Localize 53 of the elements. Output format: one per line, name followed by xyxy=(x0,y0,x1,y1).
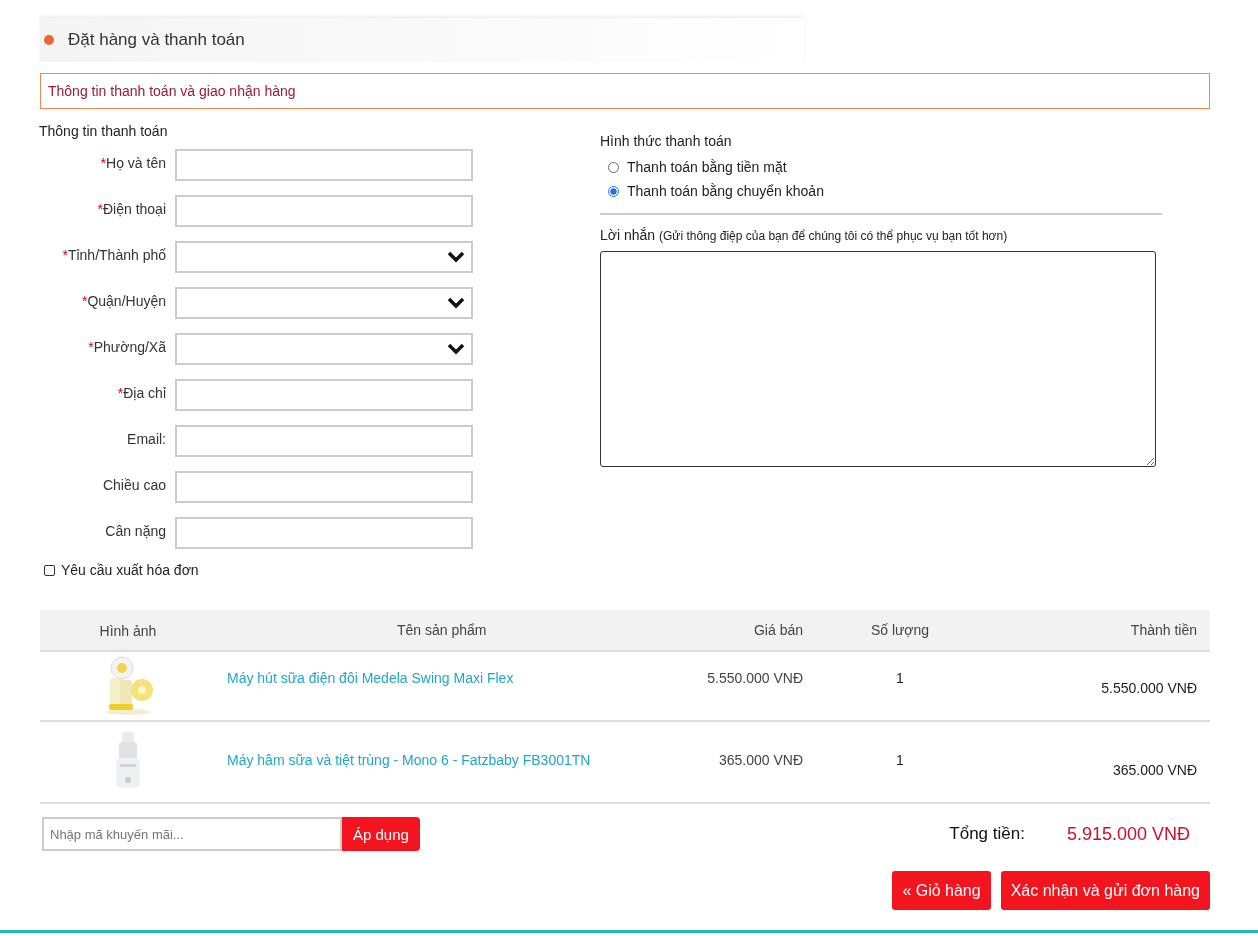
field-label: Cân nặng xyxy=(104,523,166,539)
quantity-text: 1 xyxy=(896,670,904,686)
field-label: *Địa chỉ xyxy=(116,385,166,401)
message-field[interactable] xyxy=(600,251,1156,467)
total-value: 5.915.000 VNĐ xyxy=(1066,823,1190,845)
text-field[interactable] xyxy=(175,425,473,457)
product-link[interactable]: Máy hút sữa điện đôi Medela Swing Maxi Flex xyxy=(227,670,514,686)
price-text: 365.000 VNĐ xyxy=(718,752,803,768)
text-field[interactable] xyxy=(175,517,473,549)
payment-option-label: Thanh toán bằng tiền mặt xyxy=(627,159,787,175)
chevron-down-icon xyxy=(447,251,465,263)
text-field[interactable] xyxy=(175,195,473,227)
column-header: Số lượng xyxy=(804,610,996,651)
chevron-down-icon xyxy=(447,297,465,309)
radio-button[interactable] xyxy=(608,185,619,197)
back-to-cart-button[interactable]: « Giỏ hàng xyxy=(892,871,991,910)
message-label: Lời nhắn xyxy=(600,227,656,243)
field-label: Chiều cao xyxy=(101,477,166,493)
billing-heading: Thông tin thanh toán xyxy=(39,123,169,139)
column-header: Tên sản phẩm xyxy=(216,610,692,651)
text-field[interactable] xyxy=(175,379,473,411)
payment-heading: Hình thức thanh toán xyxy=(600,133,733,149)
field-label: *Họ và tên xyxy=(99,155,166,171)
select-field[interactable] xyxy=(175,333,473,365)
line-total-text: 5.550.000 VNĐ xyxy=(1101,680,1197,696)
column-header: Giá bán xyxy=(692,610,804,651)
product-link[interactable]: Máy hâm sữa và tiệt trùng - Mono 6 - Fatzbaby FB3001TN xyxy=(227,752,591,768)
field-label: Email: xyxy=(126,431,166,447)
quantity-text: 1 xyxy=(896,752,904,768)
submit-order-button[interactable]: Xác nhận và gửi đơn hàng xyxy=(1000,871,1210,910)
total-label: Tổng tiền: xyxy=(949,824,1025,844)
chevron-down-icon xyxy=(447,343,465,355)
text-field[interactable] xyxy=(175,149,473,181)
column-header: Thành tiền xyxy=(996,610,1210,651)
bullet-icon xyxy=(44,35,54,45)
select-field[interactable] xyxy=(175,287,473,319)
field-label: *Phường/Xã xyxy=(87,339,166,355)
checkbox[interactable] xyxy=(44,564,55,576)
line-total-text: 365.000 VNĐ xyxy=(1112,762,1197,778)
promo-code-field[interactable]: Nhập mã khuyến mãi... xyxy=(42,817,342,851)
apply-button[interactable]: Áp dụng xyxy=(342,817,420,851)
invoice-label: Yêu cầu xuất hóa đơn xyxy=(61,562,199,578)
payment-option-label: Thanh toán bằng chuyển khoản xyxy=(627,183,824,199)
column-header: Hình ảnh xyxy=(40,610,216,651)
section-notice: Thông tin thanh toán và giao nhận hàng xyxy=(40,73,1210,109)
field-label: *Tỉnh/Thành phố xyxy=(61,247,166,263)
text-field[interactable] xyxy=(175,471,473,503)
message-hint: (Gửi thông điệp của bạn để chúng tôi có thể phục vụ bạn tốt hơn) xyxy=(659,229,1008,243)
page-title: Đặt hàng và thanh toán xyxy=(68,30,245,50)
field-label: *Quận/Huyện xyxy=(80,293,166,309)
field-label: *Điện thoại xyxy=(96,201,166,217)
price-text: 5.550.000 VNĐ xyxy=(707,670,803,686)
select-field[interactable] xyxy=(175,241,473,273)
